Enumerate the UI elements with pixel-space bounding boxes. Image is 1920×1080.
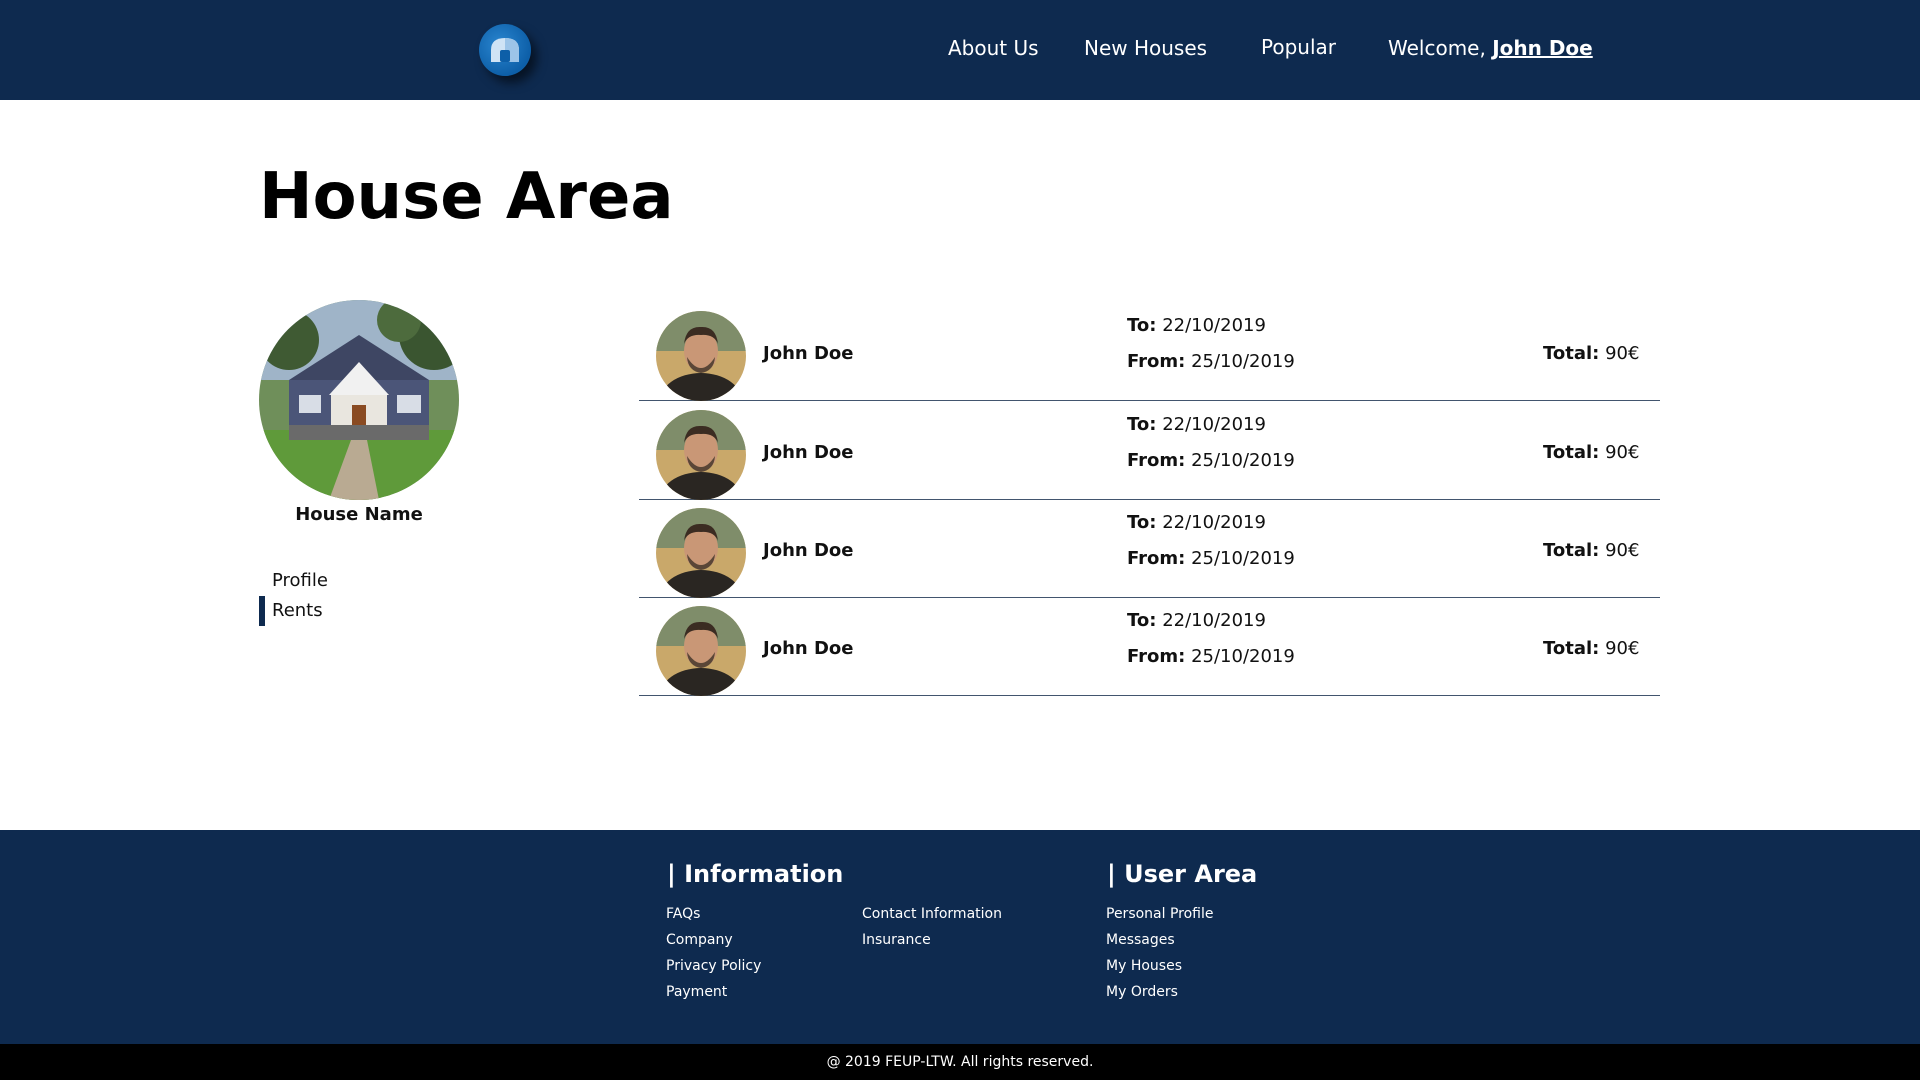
total-value: 90€	[1605, 638, 1640, 659]
rent-row: John Doe To: 22/10/2019 From: 25/10/2019…	[639, 598, 1660, 696]
house-photo	[259, 300, 459, 500]
footer-link-personal-profile[interactable]: Personal Profile	[1106, 906, 1214, 922]
rent-date-from: From: 25/10/2019	[1127, 450, 1295, 471]
welcome-label: Welcome,	[1388, 36, 1493, 60]
rent-total: Total: 90€	[1543, 343, 1639, 364]
rent-total: Total: 90€	[1543, 442, 1639, 463]
total-value: 90€	[1605, 343, 1640, 364]
from-label: From:	[1127, 450, 1186, 471]
renter-name: John Doe	[763, 638, 854, 659]
total-value: 90€	[1605, 442, 1640, 463]
user-avatar	[656, 311, 746, 401]
footer-link-payment[interactable]: Payment	[666, 984, 727, 1000]
user-profile-link[interactable]: John Doe	[1492, 36, 1593, 60]
rent-date-from: From: 25/10/2019	[1127, 548, 1295, 569]
to-value: 22/10/2019	[1162, 315, 1266, 336]
nav-popular[interactable]: Popular	[1261, 35, 1336, 59]
footer-link-my-orders[interactable]: My Orders	[1106, 984, 1178, 1000]
user-avatar	[656, 606, 746, 696]
renter-name: John Doe	[763, 442, 854, 463]
rent-date-from: From: 25/10/2019	[1127, 646, 1295, 667]
rent-date-to: To: 22/10/2019	[1127, 315, 1266, 336]
user-avatar	[656, 508, 746, 598]
from-value: 25/10/2019	[1191, 351, 1295, 372]
footer-link-contact-information[interactable]: Contact Information	[862, 906, 1002, 922]
rent-row: John Doe To: 22/10/2019 From: 25/10/2019…	[639, 500, 1660, 598]
total-label: Total:	[1543, 442, 1600, 463]
footer-link-company[interactable]: Company	[666, 932, 733, 948]
from-value: 25/10/2019	[1191, 646, 1295, 667]
side-menu-rents[interactable]: Rents	[259, 596, 323, 626]
to-value: 22/10/2019	[1162, 610, 1266, 631]
to-label: To:	[1127, 610, 1157, 631]
nav-about-us[interactable]: About Us	[948, 36, 1039, 60]
user-avatar	[656, 410, 746, 500]
renter-name: John Doe	[763, 540, 854, 561]
from-label: From:	[1127, 548, 1186, 569]
footer: | Information FAQs Company Privacy Polic…	[0, 830, 1920, 1044]
welcome-message: Welcome, John Doe	[1388, 36, 1593, 60]
copyright-bar: @ 2019 FEUP-LTW. All rights reserved.	[0, 1044, 1920, 1080]
footer-information-title: | Information	[667, 860, 844, 888]
rent-total: Total: 90€	[1543, 638, 1639, 659]
footer-link-faqs[interactable]: FAQs	[666, 906, 700, 922]
from-label: From:	[1127, 351, 1186, 372]
from-value: 25/10/2019	[1191, 548, 1295, 569]
total-label: Total:	[1543, 343, 1600, 364]
total-value: 90€	[1605, 540, 1640, 561]
footer-link-my-houses[interactable]: My Houses	[1106, 958, 1182, 974]
rent-date-to: To: 22/10/2019	[1127, 414, 1266, 435]
to-value: 22/10/2019	[1162, 512, 1266, 533]
to-label: To:	[1127, 512, 1157, 533]
rent-total: Total: 90€	[1543, 540, 1639, 561]
footer-link-privacy-policy[interactable]: Privacy Policy	[666, 958, 761, 974]
house-logo-icon[interactable]	[479, 24, 531, 76]
footer-link-messages[interactable]: Messages	[1106, 932, 1175, 948]
side-menu-profile[interactable]: Profile	[259, 566, 328, 596]
from-label: From:	[1127, 646, 1186, 667]
rent-row: John Doe To: 22/10/2019 From: 25/10/2019…	[639, 303, 1660, 401]
rent-date-to: To: 22/10/2019	[1127, 610, 1266, 631]
page-title: House Area	[259, 160, 674, 234]
to-label: To:	[1127, 414, 1157, 435]
house-name: House Name	[295, 504, 423, 525]
nav-new-houses[interactable]: New Houses	[1084, 36, 1207, 60]
renter-name: John Doe	[763, 343, 854, 364]
total-label: Total:	[1543, 638, 1600, 659]
total-label: Total:	[1543, 540, 1600, 561]
to-label: To:	[1127, 315, 1157, 336]
footer-user-area-title: | User Area	[1107, 860, 1258, 888]
from-value: 25/10/2019	[1191, 450, 1295, 471]
footer-link-insurance[interactable]: Insurance	[862, 932, 931, 948]
to-value: 22/10/2019	[1162, 414, 1266, 435]
rent-date-from: From: 25/10/2019	[1127, 351, 1295, 372]
rent-date-to: To: 22/10/2019	[1127, 512, 1266, 533]
top-navbar: About Us New Houses Popular Welcome, Joh…	[0, 0, 1920, 100]
rent-row: John Doe To: 22/10/2019 From: 25/10/2019…	[639, 402, 1660, 500]
